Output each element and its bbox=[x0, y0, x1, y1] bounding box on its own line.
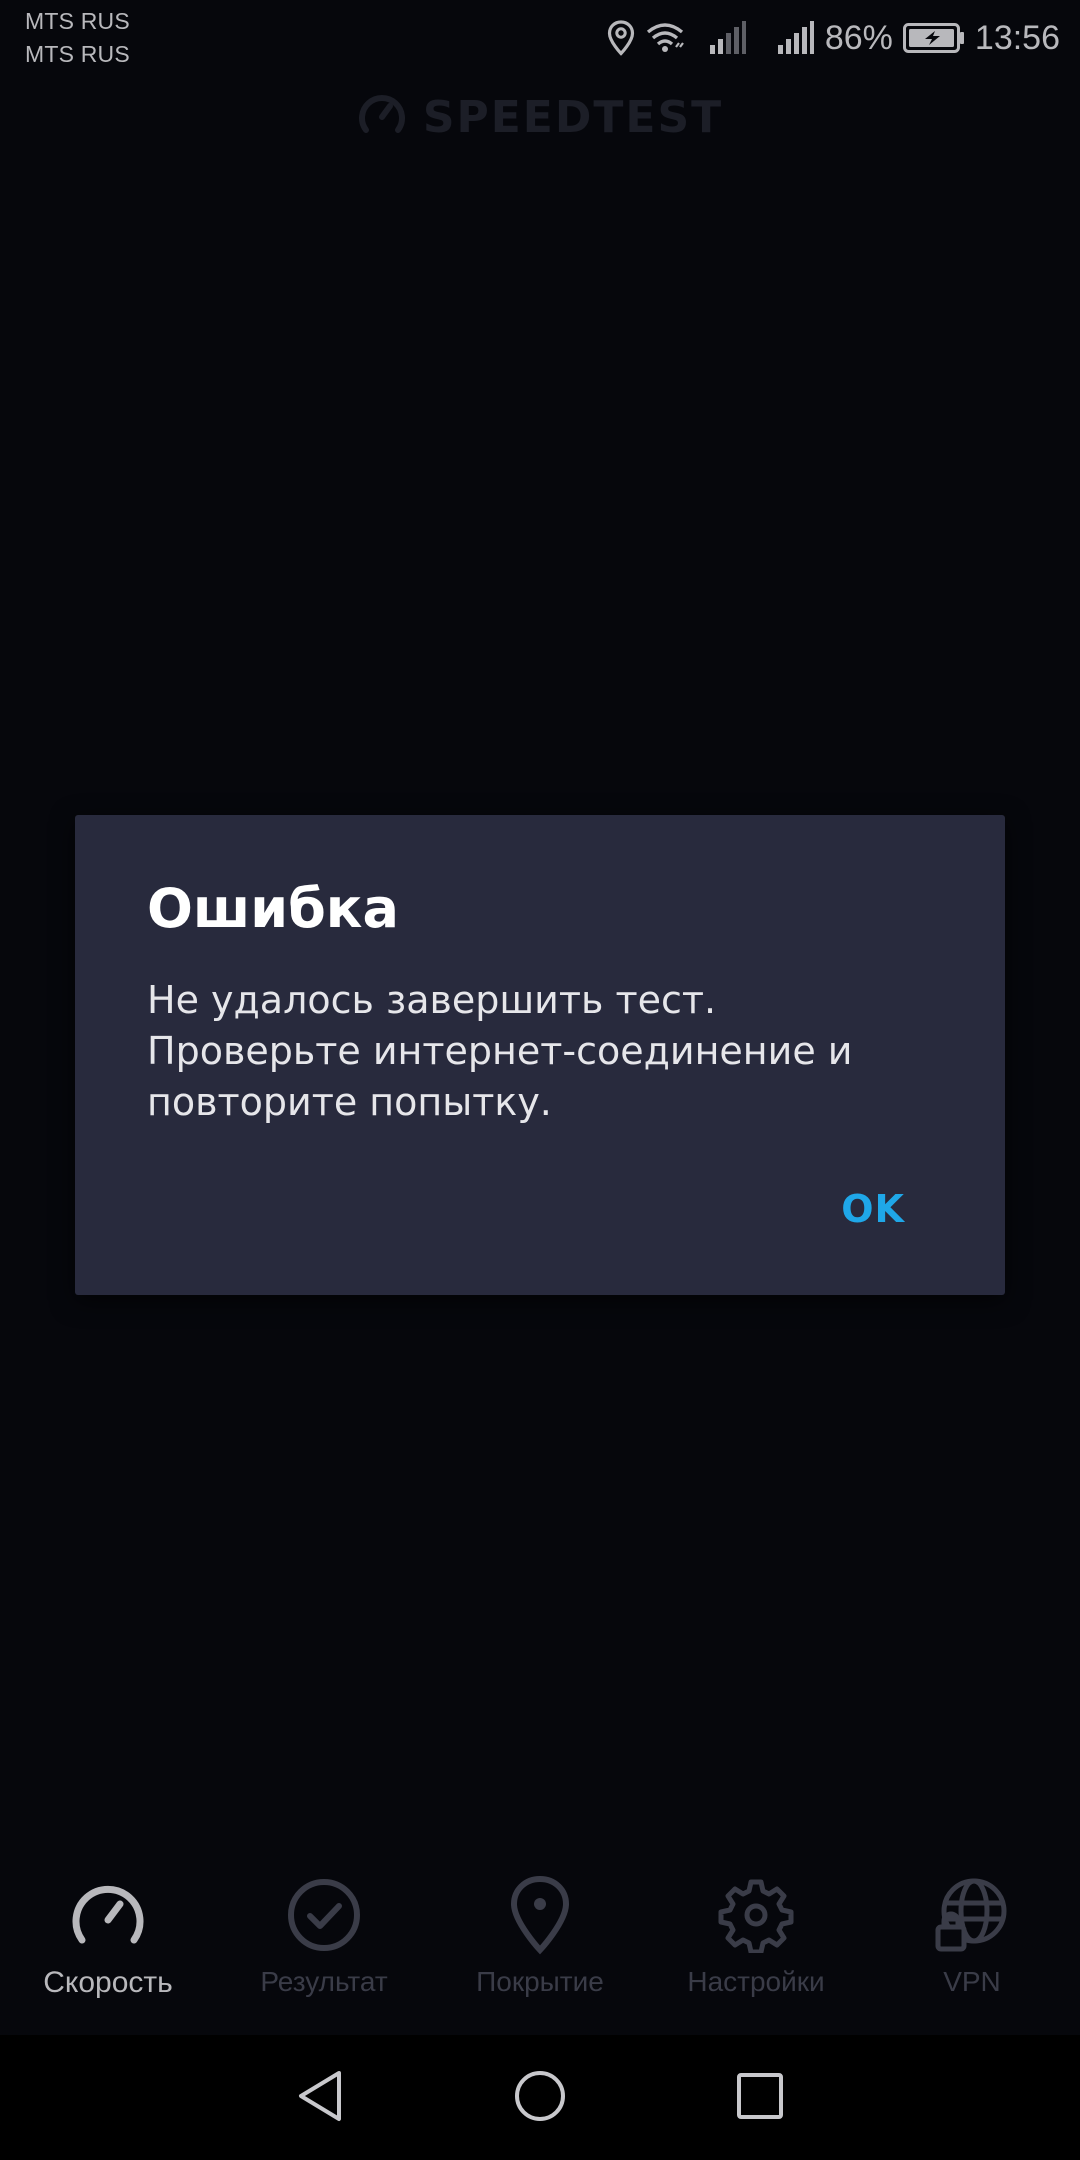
dialog-message-line: Проверьте интернет-соединение и bbox=[147, 1029, 853, 1073]
recents-icon bbox=[736, 2072, 784, 2123]
dialog-message: Не удалось завершить тест. Проверьте инт… bbox=[147, 975, 947, 1128]
nav-item-vpn[interactable]: VPN bbox=[864, 1870, 1080, 2035]
carrier-name-2: MTS RUS bbox=[25, 41, 130, 67]
home-button[interactable] bbox=[500, 2058, 580, 2138]
nav-label: Результат bbox=[260, 1966, 388, 1997]
status-icons: 86% 13:56 bbox=[607, 14, 1060, 62]
carrier-name-1: MTS RUS bbox=[25, 8, 130, 34]
gear-icon bbox=[718, 1870, 794, 1960]
map-pin-icon bbox=[509, 1870, 571, 1960]
nav-label: Покрытие bbox=[476, 1966, 604, 1997]
error-dialog: Ошибка Не удалось завершить тест. Провер… bbox=[75, 815, 1005, 1295]
check-circle-icon bbox=[286, 1870, 362, 1960]
nav-item-coverage[interactable]: Покрытие bbox=[432, 1870, 648, 2035]
app-title: SPEEDTEST bbox=[422, 91, 724, 143]
back-button[interactable] bbox=[280, 2058, 360, 2138]
battery-icon bbox=[902, 23, 965, 53]
nav-item-settings[interactable]: Настройки bbox=[648, 1870, 864, 2035]
signal-icon bbox=[777, 21, 815, 55]
dialog-message-line: Не удалось завершить тест. bbox=[147, 978, 717, 1022]
battery-percent: 86% bbox=[824, 18, 893, 57]
app-header: SPEEDTEST bbox=[0, 90, 1080, 144]
dialog-message-line: повторите попытку. bbox=[147, 1080, 552, 1124]
nav-item-speed[interactable]: Скорость bbox=[0, 1870, 216, 2035]
ok-button[interactable]: OK bbox=[841, 1187, 905, 1231]
nav-label: Скорость bbox=[43, 1966, 173, 1999]
dialog-title: Ошибка bbox=[147, 877, 399, 940]
clock: 13:56 bbox=[974, 18, 1060, 57]
system-navigation-bar bbox=[0, 2035, 1080, 2160]
home-icon bbox=[513, 2069, 567, 2126]
location-icon bbox=[607, 20, 635, 56]
globe-lock-icon bbox=[932, 1870, 1012, 1960]
recents-button[interactable] bbox=[720, 2058, 800, 2138]
nav-item-results[interactable]: Результат bbox=[216, 1870, 432, 2035]
speedometer-icon bbox=[68, 1870, 148, 1960]
wifi-icon bbox=[645, 21, 685, 55]
status-bar: MTS RUS MTS RUS 86% 13:56 bbox=[0, 0, 1080, 78]
signal-icon bbox=[709, 21, 747, 55]
bottom-navigation: Скорость Результат Покрытие Настройки VP… bbox=[0, 1870, 1080, 2035]
back-icon bbox=[295, 2069, 345, 2126]
speedometer-icon bbox=[357, 90, 407, 144]
nav-label: VPN bbox=[943, 1966, 1001, 1997]
nav-label: Настройки bbox=[687, 1966, 825, 1997]
